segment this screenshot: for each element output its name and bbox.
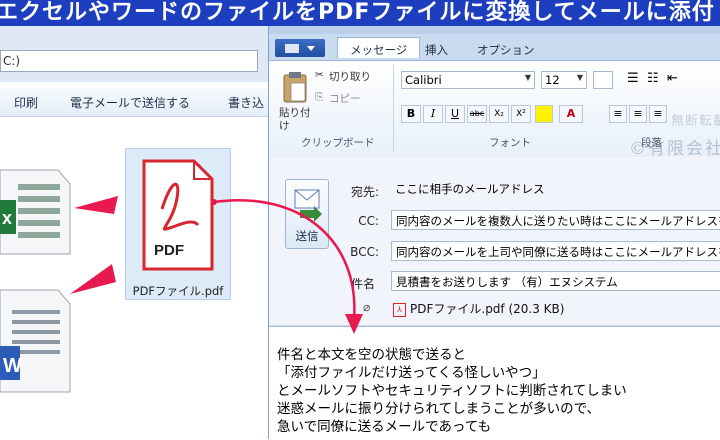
arrow-head-icon — [345, 314, 363, 334]
arrow-excel-to-pdf — [74, 196, 118, 214]
arrow-start-dot — [211, 199, 217, 205]
arrow-pdf-to-mail — [213, 199, 356, 321]
arrow-word-to-pdf — [70, 264, 116, 294]
annotation-arrows — [70, 196, 363, 334]
